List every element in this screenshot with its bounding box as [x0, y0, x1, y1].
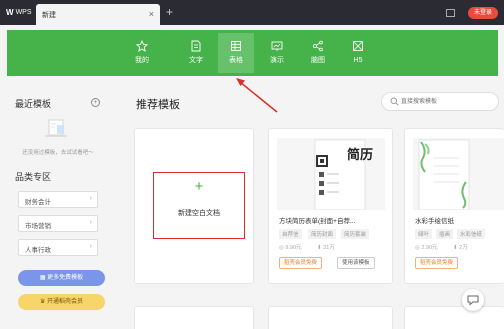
template-tag[interactable]: 水彩信纸 — [457, 229, 486, 239]
open-vip-button[interactable]: ♛ 开通稻壳会员 — [18, 294, 105, 310]
template-tag[interactable]: 自荐信 — [279, 229, 302, 239]
sidebar: 最近模板 + 还没用过模板，去试试看吧～ 品类专区 财务会计 › 市场营销 › … — [7, 88, 107, 328]
ribbon-item-label: 表格 — [229, 57, 243, 64]
ribbon-item-spreadsheet[interactable]: 表格 — [218, 33, 254, 73]
wps-logo-icon: W — [6, 8, 14, 17]
vip-free-button[interactable]: 稻壳会员免费 — [415, 257, 459, 269]
category-finance[interactable]: 财务会计 › — [18, 191, 98, 208]
wps-logo[interactable]: W WPS — [3, 5, 36, 20]
tab-new[interactable]: 新建 × — [36, 4, 160, 25]
ribbon-item-label: 脑图 — [311, 57, 325, 64]
add-icon[interactable]: + — [91, 98, 100, 107]
add-tab-icon[interactable]: + — [166, 6, 173, 18]
chevron-right-icon: › — [89, 219, 92, 226]
ribbon-item-presentation[interactable]: 演示 — [259, 33, 295, 73]
template-downloads-value: 2万 — [459, 245, 468, 251]
login-button[interactable]: 未登录 — [468, 7, 498, 19]
ribbon-item-h5[interactable]: H5 — [340, 33, 376, 73]
empty-template-icon — [45, 119, 67, 137]
template-downloads: ⬇ 31万 — [317, 243, 335, 251]
template-preview: 简历 — [277, 138, 385, 211]
search-icon — [390, 97, 399, 106]
plus-icon: + — [194, 178, 204, 195]
ribbon-item-label: 我的 — [135, 57, 149, 64]
recommended-templates-title: 推荐模板 — [136, 99, 180, 111]
category-marketing[interactable]: 市场营销 › — [18, 215, 98, 232]
chat-button[interactable] — [462, 289, 484, 311]
template-card-partial[interactable] — [404, 306, 504, 329]
category-label: 人事行政 — [25, 247, 51, 254]
ribbon-item-writer[interactable]: 文字 — [178, 33, 214, 73]
ribbon-item-label: H5 — [353, 57, 363, 64]
recent-templates-title: 最近模板 — [15, 99, 52, 109]
more-free-templates-button[interactable]: ▦ 更多免费模板 — [18, 270, 105, 286]
template-tag[interactable]: 简历套装 — [341, 229, 370, 239]
template-card[interactable]: 水彩手绘信纸 绿叶 插画 水彩信纸 ◎ 2.90元 ⬇ 2万 稻壳会员免费 — [404, 128, 504, 284]
chat-icon — [467, 295, 479, 306]
template-preview — [413, 138, 504, 211]
template-name: 水彩手绘信纸 — [415, 218, 454, 225]
ribbon-item-label: 演示 — [270, 57, 284, 64]
app-type-ribbon: 我的 文字 表格 演示 脑图 H5 — [7, 30, 498, 76]
ribbon-item-mindmap[interactable]: 脑图 — [300, 33, 336, 73]
category-hr[interactable]: 人事行政 › — [18, 239, 98, 256]
template-downloads: ⬇ 2万 — [453, 243, 468, 251]
mindmap-icon — [312, 40, 323, 52]
new-blank-label: 新建空白文档 — [178, 210, 220, 217]
presentation-icon — [271, 41, 283, 51]
template-price-value: 2.90元 — [421, 245, 438, 251]
resume-preview-title: 简历 — [347, 147, 374, 162]
template-tag[interactable]: 插画 — [436, 229, 454, 239]
image-icon — [353, 41, 363, 51]
close-icon[interactable]: × — [149, 9, 154, 19]
template-tag[interactable]: 绿叶 — [415, 229, 433, 239]
category-label: 市场营销 — [25, 223, 51, 230]
template-card-partial[interactable] — [268, 306, 393, 329]
watercolor-preview-graphic — [418, 139, 470, 211]
search-input[interactable] — [401, 96, 495, 108]
chevron-right-icon: › — [89, 243, 92, 250]
wps-app-name: WPS — [15, 9, 32, 16]
template-price-value: 9.90元 — [285, 245, 302, 251]
template-price: ◎ 2.90元 — [415, 243, 438, 251]
ribbon-item-label: 文字 — [189, 57, 203, 64]
more-free-label: 更多免费模板 — [47, 275, 84, 281]
template-search[interactable] — [381, 92, 499, 111]
vip-free-button[interactable]: 稻壳会员免费 — [279, 257, 323, 269]
template-card-partial[interactable] — [134, 306, 254, 329]
category-label: 财务会计 — [25, 199, 51, 206]
crown-icon: ♛ — [39, 299, 48, 305]
window-icon[interactable] — [446, 9, 455, 17]
template-price: ◎ 9.90元 — [279, 243, 302, 251]
title-bar: W WPS 新建 × + 未登录 — [0, 0, 504, 25]
template-downloads-value: 31万 — [323, 245, 335, 251]
document-icon — [191, 40, 201, 52]
tab-label: 新建 — [42, 12, 56, 19]
use-template-button[interactable]: 使用该模板 — [337, 257, 375, 269]
open-vip-label: 开通稻壳会员 — [47, 299, 84, 305]
template-tag[interactable]: 简历封面 — [308, 229, 337, 239]
recent-empty-text: 还没用过模板，去试试看吧～ — [22, 150, 94, 156]
template-name: 方块简历表单(封面+自荐... — [279, 218, 356, 225]
chevron-right-icon: › — [89, 195, 92, 202]
new-blank-document-button[interactable]: + 新建空白文档 — [153, 172, 245, 239]
template-card[interactable]: 简历 方块简历表单(封面+自荐... 自荐信 简历封面 简历套装 ◎ 9.90元… — [268, 128, 393, 284]
star-icon — [136, 40, 148, 52]
categories-title: 品类专区 — [15, 172, 52, 182]
ribbon-item-mine[interactable]: 我的 — [124, 33, 160, 73]
spreadsheet-icon — [231, 41, 241, 51]
